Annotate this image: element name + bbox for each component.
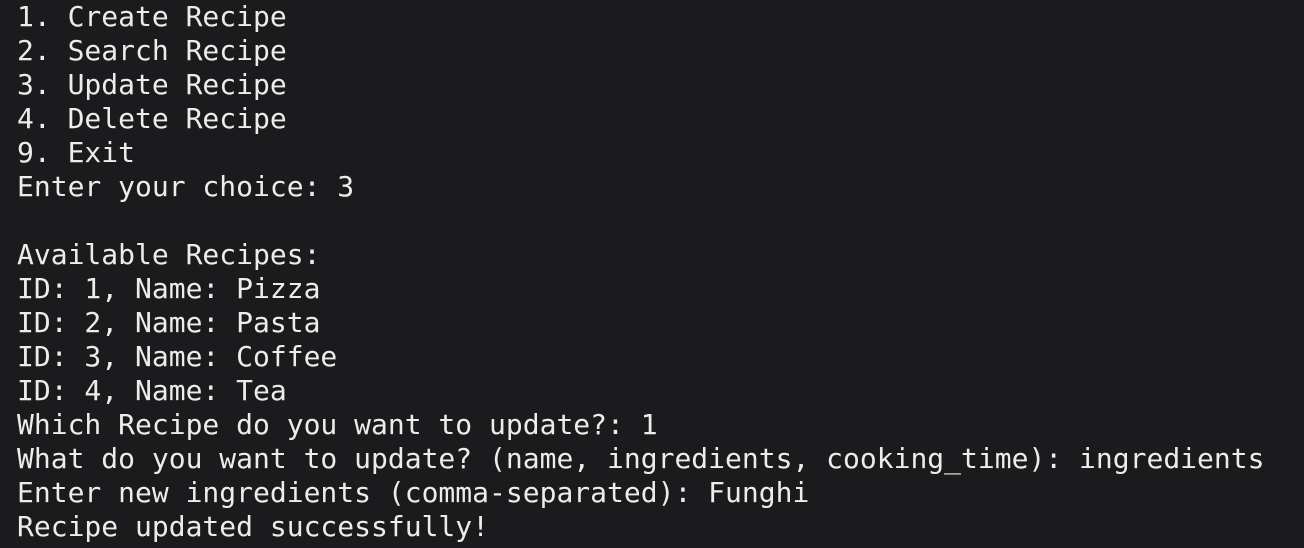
which-recipe-prompt: Which Recipe do you want to update?: bbox=[17, 408, 641, 441]
recipe-list-item: ID: 1, Name: Pizza bbox=[17, 272, 321, 305]
what-update-value: ingredients bbox=[1079, 442, 1265, 475]
recipe-list-item: ID: 2, Name: Pasta bbox=[17, 306, 321, 339]
available-recipes-header: Available Recipes: bbox=[17, 238, 321, 271]
ingredients-value: Funghi bbox=[708, 476, 810, 509]
menu-option-create: 1. Create Recipe bbox=[17, 0, 287, 33]
choice-line: Enter your choice: 3 bbox=[17, 170, 1304, 204]
terminal-window[interactable]: 1. Create Recipe 2. Search Recipe 3. Upd… bbox=[0, 0, 1304, 548]
what-update-line: What do you want to update? (name, ingre… bbox=[17, 442, 1304, 476]
success-message: Recipe updated successfully! bbox=[17, 510, 490, 543]
menu-option-exit: 9. Exit bbox=[17, 136, 136, 169]
ingredients-line: Enter new ingredients (comma-separated):… bbox=[17, 476, 1304, 510]
which-recipe-value: 1 bbox=[640, 408, 658, 441]
menu-option-update: 3. Update Recipe bbox=[17, 68, 287, 101]
which-recipe-line: Which Recipe do you want to update?: 1 bbox=[17, 408, 1304, 442]
ingredients-prompt: Enter new ingredients (comma-separated): bbox=[17, 476, 709, 509]
choice-prompt: Enter your choice: bbox=[17, 170, 338, 203]
what-update-prompt: What do you want to update? (name, ingre… bbox=[17, 442, 1080, 475]
choice-input-value: 3 bbox=[337, 170, 355, 203]
menu-option-delete: 4. Delete Recipe bbox=[17, 102, 287, 135]
menu-option-search: 2. Search Recipe bbox=[17, 34, 287, 67]
recipe-list-item: ID: 4, Name: Tea bbox=[17, 374, 287, 407]
recipe-list-item: ID: 3, Name: Coffee bbox=[17, 340, 338, 373]
